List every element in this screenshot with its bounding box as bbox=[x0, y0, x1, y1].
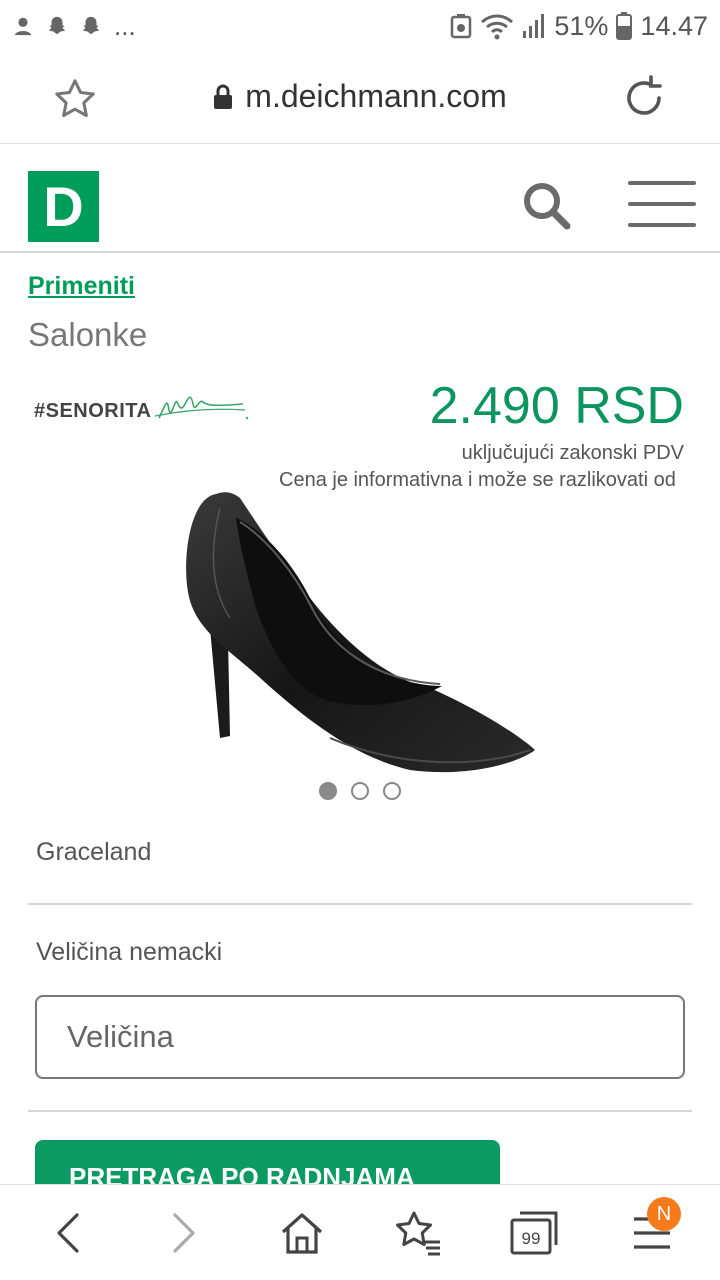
size-select[interactable]: Veličina bbox=[35, 995, 685, 1079]
hamburger-menu-icon[interactable] bbox=[628, 181, 696, 231]
home-button[interactable] bbox=[276, 1207, 328, 1259]
tabs-button[interactable]: 99 bbox=[508, 1207, 560, 1259]
brand-name: #SENORITA bbox=[34, 399, 152, 422]
reload-icon[interactable] bbox=[620, 74, 668, 122]
notification-icon bbox=[14, 17, 32, 36]
deichmann-logo[interactable]: D bbox=[28, 171, 99, 242]
browser-bottom-nav: 99 bbox=[0, 1184, 720, 1280]
back-button[interactable] bbox=[42, 1207, 94, 1259]
chevron-right-icon bbox=[173, 1213, 195, 1253]
snapchat-icon bbox=[82, 16, 100, 35]
page-title: Salonke bbox=[28, 316, 148, 353]
battery-percent: 51% bbox=[554, 10, 609, 41]
clock: 14.47 bbox=[640, 10, 708, 41]
carousel-dot[interactable] bbox=[351, 782, 369, 800]
divider bbox=[28, 1110, 692, 1112]
carousel-dot[interactable] bbox=[383, 782, 401, 800]
product-image[interactable] bbox=[180, 488, 540, 778]
more-notifications: ... bbox=[114, 10, 136, 41]
size-select-placeholder: Veličina bbox=[67, 1019, 174, 1054]
status-bar: ... 51% 14.47 bbox=[0, 0, 720, 52]
bookmarks-button[interactable] bbox=[392, 1207, 444, 1259]
divider bbox=[28, 903, 692, 905]
browser-toolbar: m.deichmann.com bbox=[0, 52, 720, 144]
url-text: m.deichmann.com bbox=[245, 78, 507, 114]
notification-badge: N bbox=[647, 1197, 681, 1231]
recycle-icon bbox=[451, 14, 472, 39]
site-header: D bbox=[0, 145, 720, 253]
snapchat-icon bbox=[48, 16, 66, 35]
signal-icon bbox=[523, 14, 545, 38]
home-icon bbox=[281, 1213, 323, 1254]
tabs-count: 99 bbox=[522, 1229, 541, 1248]
image-carousel-dots bbox=[319, 782, 401, 800]
chevron-left-icon bbox=[57, 1213, 79, 1253]
size-label: Veličina nemacki bbox=[36, 938, 223, 966]
vat-note: uključujući zakonski PDV bbox=[461, 442, 684, 464]
wifi-icon bbox=[481, 14, 514, 40]
address-bar[interactable]: m.deichmann.com bbox=[0, 78, 720, 115]
product-price: 2.490 RSD bbox=[429, 377, 684, 435]
forward-button[interactable] bbox=[158, 1207, 210, 1259]
lock-icon bbox=[214, 84, 233, 109]
search-icon[interactable] bbox=[520, 179, 574, 233]
tabs-icon: 99 bbox=[510, 1211, 558, 1255]
battery-icon bbox=[616, 12, 633, 40]
breadcrumb-link[interactable]: Primeniti bbox=[28, 272, 135, 301]
carousel-dot[interactable] bbox=[319, 782, 337, 800]
brand-logo: #SENORITA bbox=[34, 388, 251, 434]
bookmarks-star-list-icon bbox=[396, 1211, 440, 1256]
brand-signature-icon bbox=[155, 396, 249, 420]
product-name: Graceland bbox=[36, 838, 152, 866]
